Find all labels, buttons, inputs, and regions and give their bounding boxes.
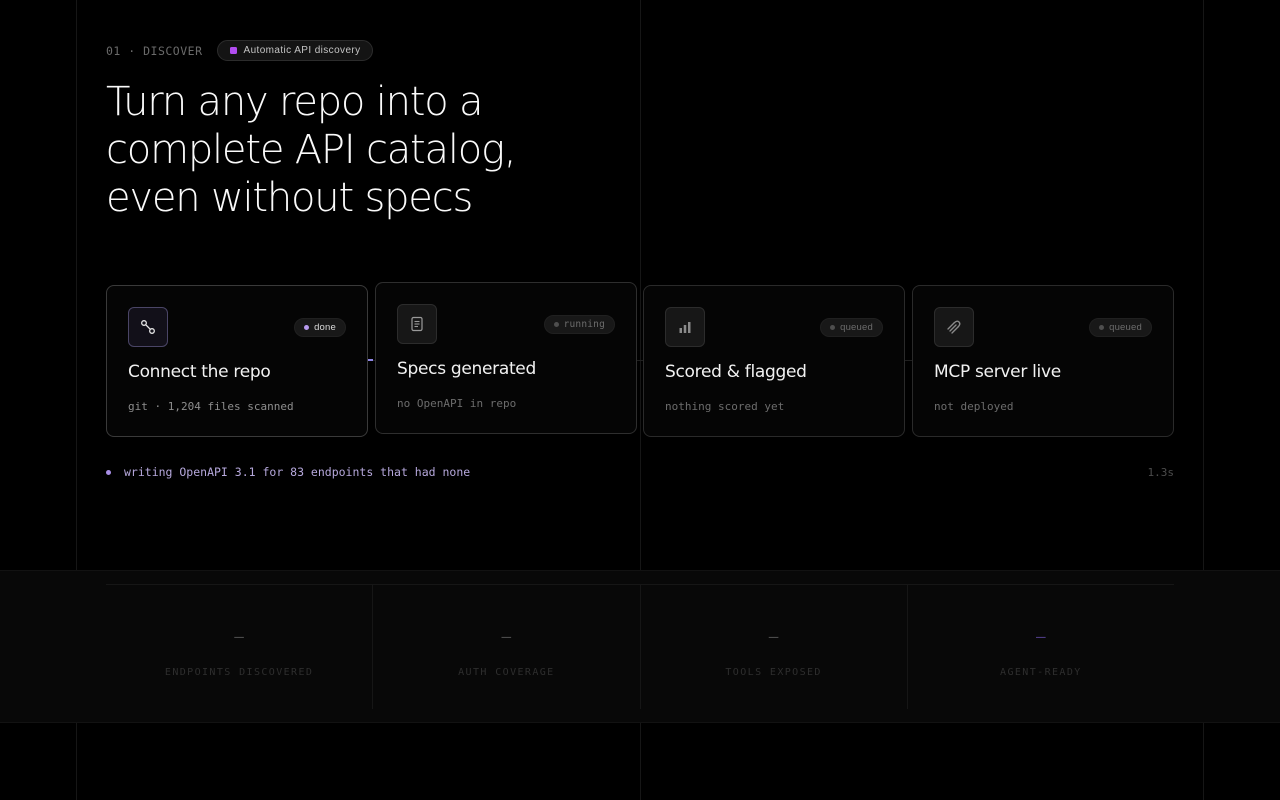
status-label: running: [563, 319, 605, 330]
step-subtitle: no OpenAPI in repo: [397, 397, 517, 410]
stat-label: ENDPOINTS DISCOVERED: [164, 667, 314, 678]
step-title: Specs generated: [397, 359, 536, 379]
section-step-label: 01 · DISCOVER: [106, 43, 203, 58]
headline-line: even without specs: [106, 175, 473, 221]
activity-log: writing OpenAPI 3.1 for 83 endpoints tha…: [106, 464, 1174, 480]
status-dot-icon: [553, 322, 559, 327]
stat-endpoints-discovered: – ENDPOINTS DISCOVERED: [106, 585, 374, 709]
step-title: MCP server live: [934, 362, 1061, 382]
tag-square-icon: [229, 47, 237, 54]
status-badge: running: [543, 315, 615, 334]
link-nodes-icon: [128, 307, 168, 347]
status-dot-icon: [304, 325, 310, 330]
step-card-connect-repo[interactable]: done Connect the repo git · 1,204 files …: [106, 285, 368, 437]
step-subtitle: git · 1,204 files scanned: [128, 400, 294, 413]
step-subtitle: not deployed: [934, 400, 1014, 413]
status-dot-icon: [1099, 325, 1105, 330]
status-label: done: [314, 322, 336, 333]
step-card-scored-flagged[interactable]: queued Scored & flagged nothing scored y…: [643, 285, 905, 437]
stat-value: –: [501, 627, 512, 646]
status-badge: queued: [820, 318, 883, 337]
stats-row: – ENDPOINTS DISCOVERED – AUTH COVERAGE –…: [106, 585, 1174, 709]
status-badge: queued: [1089, 318, 1152, 337]
step-title: Connect the repo: [128, 362, 271, 382]
section-eyebrow: 01 · DISCOVER Automatic API discovery: [106, 40, 373, 61]
stat-value: –: [768, 627, 779, 646]
stat-agent-ready: – AGENT-READY: [908, 585, 1174, 709]
stat-value: –: [234, 627, 244, 646]
feature-tag-label: Automatic API discovery: [243, 45, 361, 56]
step-subtitle: nothing scored yet: [665, 400, 785, 413]
stat-value: –: [1036, 627, 1046, 646]
bar-chart-icon: [665, 307, 705, 347]
document-icon: [397, 304, 437, 344]
headline-line: complete API catalog,: [106, 127, 517, 173]
stat-label: TOOLS EXPOSED: [725, 667, 822, 678]
stat-tools-exposed: – TOOLS EXPOSED: [641, 585, 908, 709]
step-card-specs-generated[interactable]: running Specs generated no OpenAPI in re…: [375, 282, 637, 434]
headline-line: Turn any repo into a: [106, 79, 484, 125]
step-title: Scored & flagged: [665, 362, 807, 382]
stat-label: AUTH COVERAGE: [458, 667, 555, 678]
plug-icon: [934, 307, 974, 347]
page-headline: Turn any repo into a complete API catalo…: [106, 78, 666, 222]
status-label: queued: [840, 322, 873, 333]
status-dot-icon: [830, 325, 836, 330]
stat-auth-coverage: – AUTH COVERAGE: [373, 585, 641, 709]
status-label: queued: [1109, 322, 1142, 333]
log-bullet-icon: [106, 469, 111, 475]
log-message: writing OpenAPI 3.1 for 83 endpoints tha…: [124, 465, 471, 479]
stat-label: AGENT-READY: [1000, 667, 1082, 678]
status-badge: done: [294, 318, 346, 337]
feature-tag: Automatic API discovery: [216, 40, 373, 61]
log-elapsed-time: 1.3s: [1147, 465, 1175, 479]
step-card-mcp-server[interactable]: queued MCP server live not deployed: [912, 285, 1174, 437]
